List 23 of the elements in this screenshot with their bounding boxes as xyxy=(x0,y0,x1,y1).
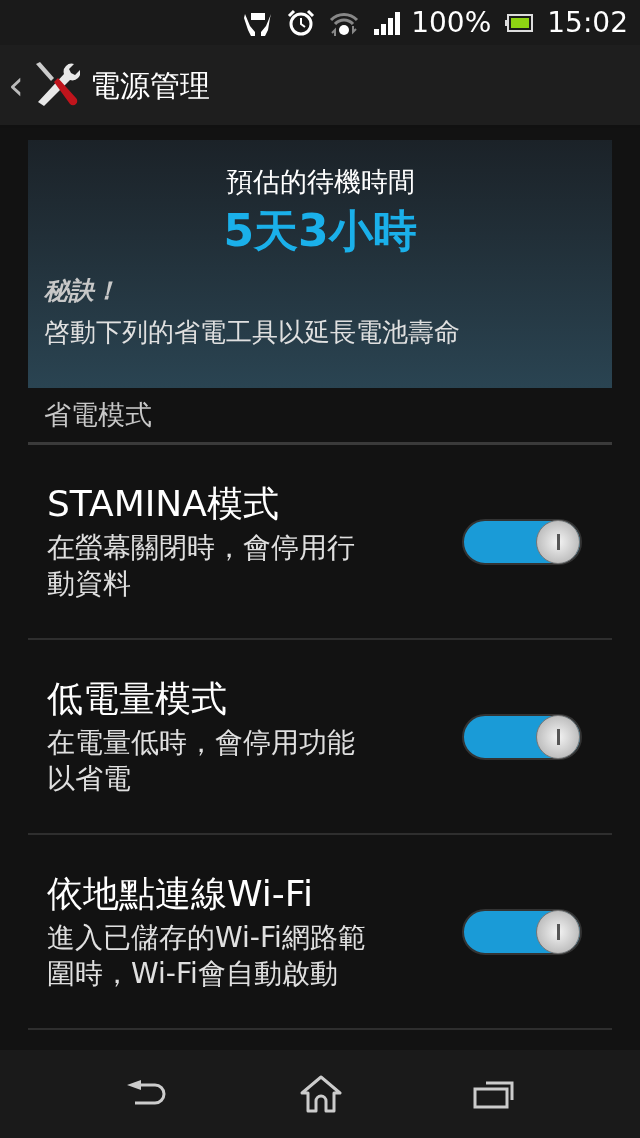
setting-description: 在電量低時，會停用功能以省電 xyxy=(47,725,356,797)
setting-title: 依地點連線Wi-Fi xyxy=(47,872,314,916)
toggle-switch[interactable] xyxy=(462,518,582,565)
battery-percent: 100% xyxy=(411,4,492,41)
back-button[interactable]: ‹ xyxy=(0,65,26,105)
recent-apps-icon[interactable] xyxy=(472,1079,515,1109)
section-header: 省電模式 xyxy=(44,397,152,432)
setting-title: STAMINA模式 xyxy=(47,482,280,526)
setting-description: 在螢幕關閉時，會停用行動資料 xyxy=(47,530,356,602)
signal-icon xyxy=(373,9,402,36)
tip-text: 啓動下列的省電工具以延長電池壽命 xyxy=(44,316,461,349)
toggle-switch[interactable] xyxy=(462,713,582,760)
clock-time: 15:02 xyxy=(547,4,628,41)
setting-title: 低電量模式 xyxy=(47,677,228,721)
screen-title: 電源管理 xyxy=(90,66,210,105)
setting-description: 進入已儲存的Wi-Fi網路範圍時，Wi-Fi會自動啟動 xyxy=(47,920,367,992)
battery-icon xyxy=(505,13,534,32)
tip-title: 秘訣！ xyxy=(44,274,120,307)
alarm-clock-icon xyxy=(287,8,316,37)
toggle-switch[interactable] xyxy=(462,908,582,955)
estimate-value: 5天3小時 xyxy=(223,203,417,258)
estimate-label: 預估的待機時間 xyxy=(225,165,415,199)
home-icon[interactable] xyxy=(300,1075,342,1113)
